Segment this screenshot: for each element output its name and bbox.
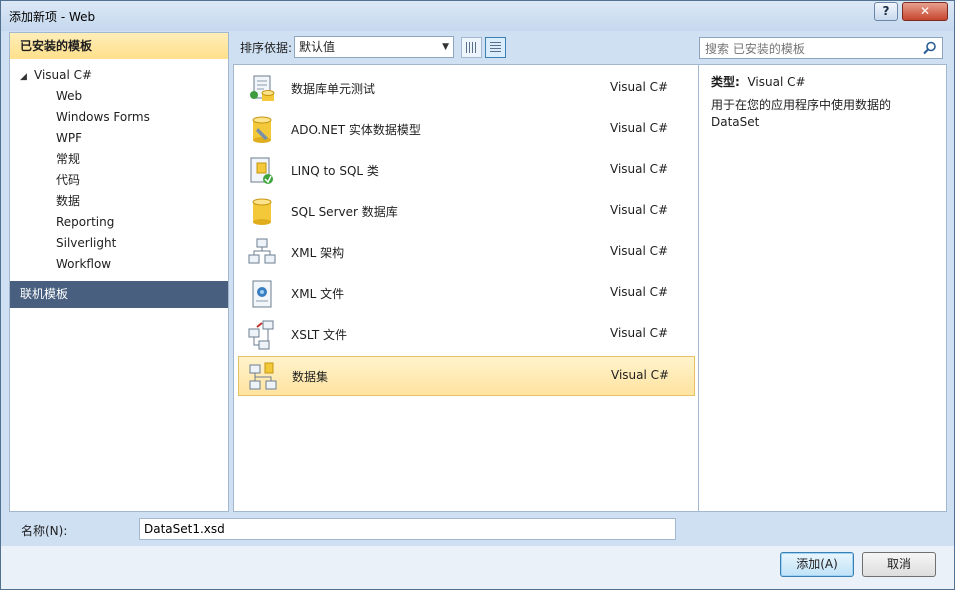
template-name: 数据库单元测试 — [291, 82, 376, 96]
template-item-xml-file[interactable]: XML 文件 Visual C# — [238, 274, 695, 314]
tree-item-code[interactable]: 代码 — [56, 170, 80, 191]
search-icon[interactable] — [922, 40, 938, 56]
template-language: Visual C# — [610, 121, 669, 135]
template-language: Visual C# — [610, 326, 669, 340]
template-list: 数据库单元测试 Visual C# ADO.NET 实体数据模型 Visual … — [233, 64, 698, 512]
details-view-icon — [490, 42, 501, 53]
sort-by-label: 排序依据: — [240, 41, 293, 55]
help-button[interactable]: ? — [874, 2, 898, 21]
tree-root-visual-csharp[interactable]: ◢ Visual C# — [20, 65, 92, 86]
tree-item-general[interactable]: 常规 — [56, 149, 80, 170]
tree-item-workflow[interactable]: Workflow — [56, 254, 111, 275]
template-item-xslt-file[interactable]: XSLT 文件 Visual C# — [238, 315, 695, 355]
xml-schema-icon — [248, 238, 276, 264]
cancel-button[interactable]: 取消 — [862, 552, 936, 577]
tree-item-wpf[interactable]: WPF — [56, 128, 82, 149]
template-item-xml-schema[interactable]: XML 架构 Visual C# — [238, 233, 695, 273]
template-name: XSLT 文件 — [291, 328, 348, 342]
sort-by-dropdown[interactable]: 默认值 ▼ — [294, 36, 454, 58]
dataset-icon — [249, 362, 277, 390]
template-language: Visual C# — [610, 203, 669, 217]
template-language: Visual C# — [610, 80, 669, 94]
template-language: Visual C# — [610, 285, 669, 299]
xml-file-icon — [252, 280, 272, 308]
add-button[interactable]: 添加(A) — [780, 552, 854, 577]
tree-root-label: Visual C# — [34, 68, 93, 82]
expand-arrow-icon[interactable]: ◢ — [20, 67, 34, 88]
detail-type-label: 类型: — [711, 75, 740, 89]
template-item-linq-to-sql[interactable]: LINQ to SQL 类 Visual C# — [238, 151, 695, 191]
name-input[interactable] — [139, 518, 676, 540]
template-detail-panel: 类型: Visual C# 用于在您的应用程序中使用数据的 DataSet — [698, 64, 947, 512]
tree-item-reporting[interactable]: Reporting — [56, 212, 114, 233]
template-language: Visual C# — [611, 368, 670, 382]
template-item-dataset[interactable]: 数据集 Visual C# — [238, 356, 695, 396]
template-name: SQL Server 数据库 — [291, 205, 398, 219]
details-view-button[interactable] — [485, 37, 506, 58]
large-icons-view-icon — [466, 42, 477, 53]
tree-item-web[interactable]: Web — [56, 86, 82, 107]
template-name: XML 文件 — [291, 287, 345, 301]
template-item-database-unit-test[interactable]: 数据库单元测试 Visual C# — [238, 69, 695, 109]
add-new-item-dialog: 添加新项 - Web ? ✕ 已安装的模板 ◢ Visual C# Web Win… — [0, 0, 955, 590]
detail-type: 类型: Visual C# — [711, 73, 806, 90]
tree-item-windows-forms[interactable]: Windows Forms — [56, 107, 150, 128]
template-name: LINQ to SQL 类 — [291, 164, 379, 178]
database-unit-test-icon — [250, 75, 275, 101]
template-language: Visual C# — [610, 162, 669, 176]
title-bar: 添加新项 - Web ? ✕ — [1, 1, 954, 31]
chevron-down-icon: ▼ — [442, 42, 449, 52]
installed-templates-header[interactable]: 已安装的模板 — [10, 33, 228, 59]
detail-description: 用于在您的应用程序中使用数据的 DataSet — [711, 98, 892, 129]
template-name: XML 架构 — [291, 246, 345, 260]
sql-database-icon — [252, 198, 272, 225]
search-box[interactable] — [699, 37, 943, 60]
tree-item-silverlight[interactable]: Silverlight — [56, 233, 116, 254]
template-item-ado-net-entity-model[interactable]: ADO.NET 实体数据模型 Visual C# — [238, 110, 695, 150]
sort-by-value: 默认值 — [299, 40, 336, 54]
template-item-sql-server-database[interactable]: SQL Server 数据库 Visual C# — [238, 192, 695, 232]
name-label: 名称(N): — [21, 524, 68, 538]
linq-to-sql-icon — [250, 157, 273, 184]
search-input[interactable] — [700, 38, 921, 60]
close-button[interactable]: ✕ — [902, 2, 948, 21]
template-name: 数据集 — [292, 370, 329, 384]
template-name: ADO.NET 实体数据模型 — [291, 123, 421, 137]
tree-item-data[interactable]: 数据 — [56, 191, 80, 212]
detail-type-value: Visual C# — [747, 75, 806, 89]
template-language: Visual C# — [610, 244, 669, 258]
xslt-file-icon — [248, 320, 274, 350]
large-icons-view-button[interactable] — [461, 37, 482, 58]
window-title: 添加新项 - Web — [9, 10, 96, 24]
template-category-panel: 已安装的模板 ◢ Visual C# Web Windows Forms WPF … — [9, 32, 229, 512]
online-templates-header[interactable]: 联机模板 — [10, 281, 228, 308]
entity-model-icon — [252, 116, 272, 143]
